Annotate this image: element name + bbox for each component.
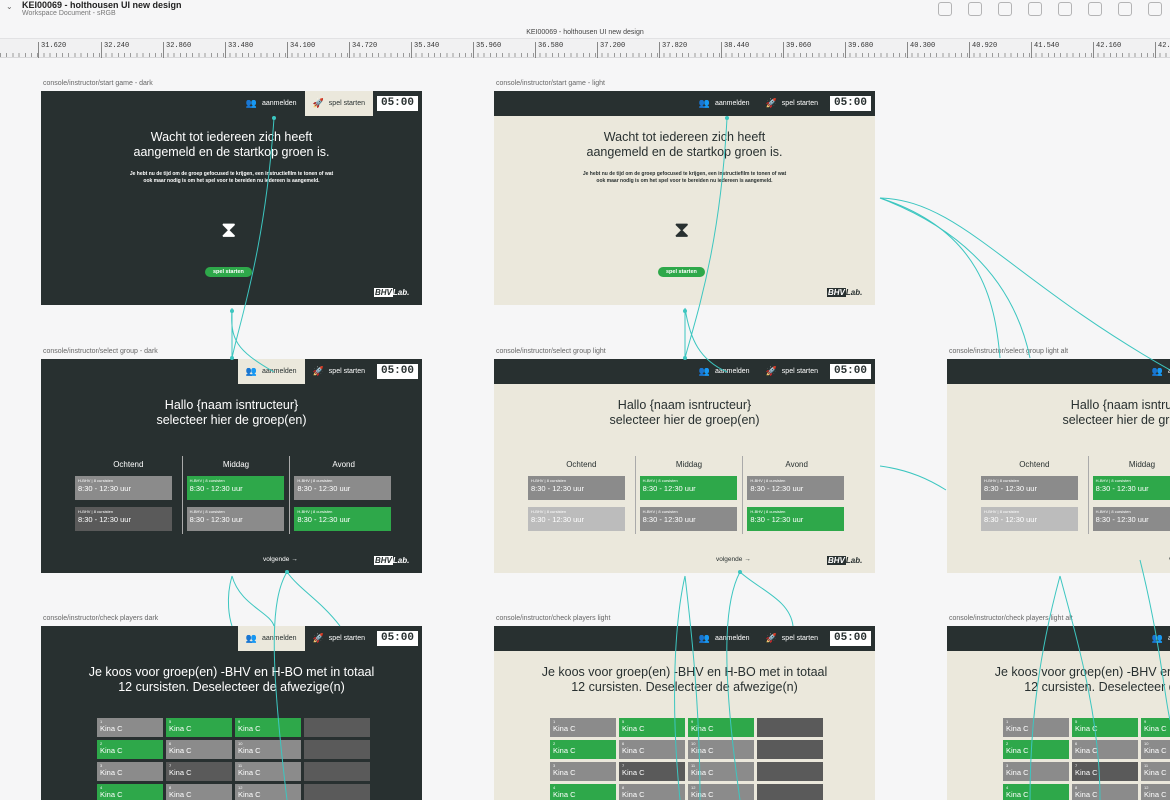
prototype-links bbox=[227, 116, 1170, 800]
